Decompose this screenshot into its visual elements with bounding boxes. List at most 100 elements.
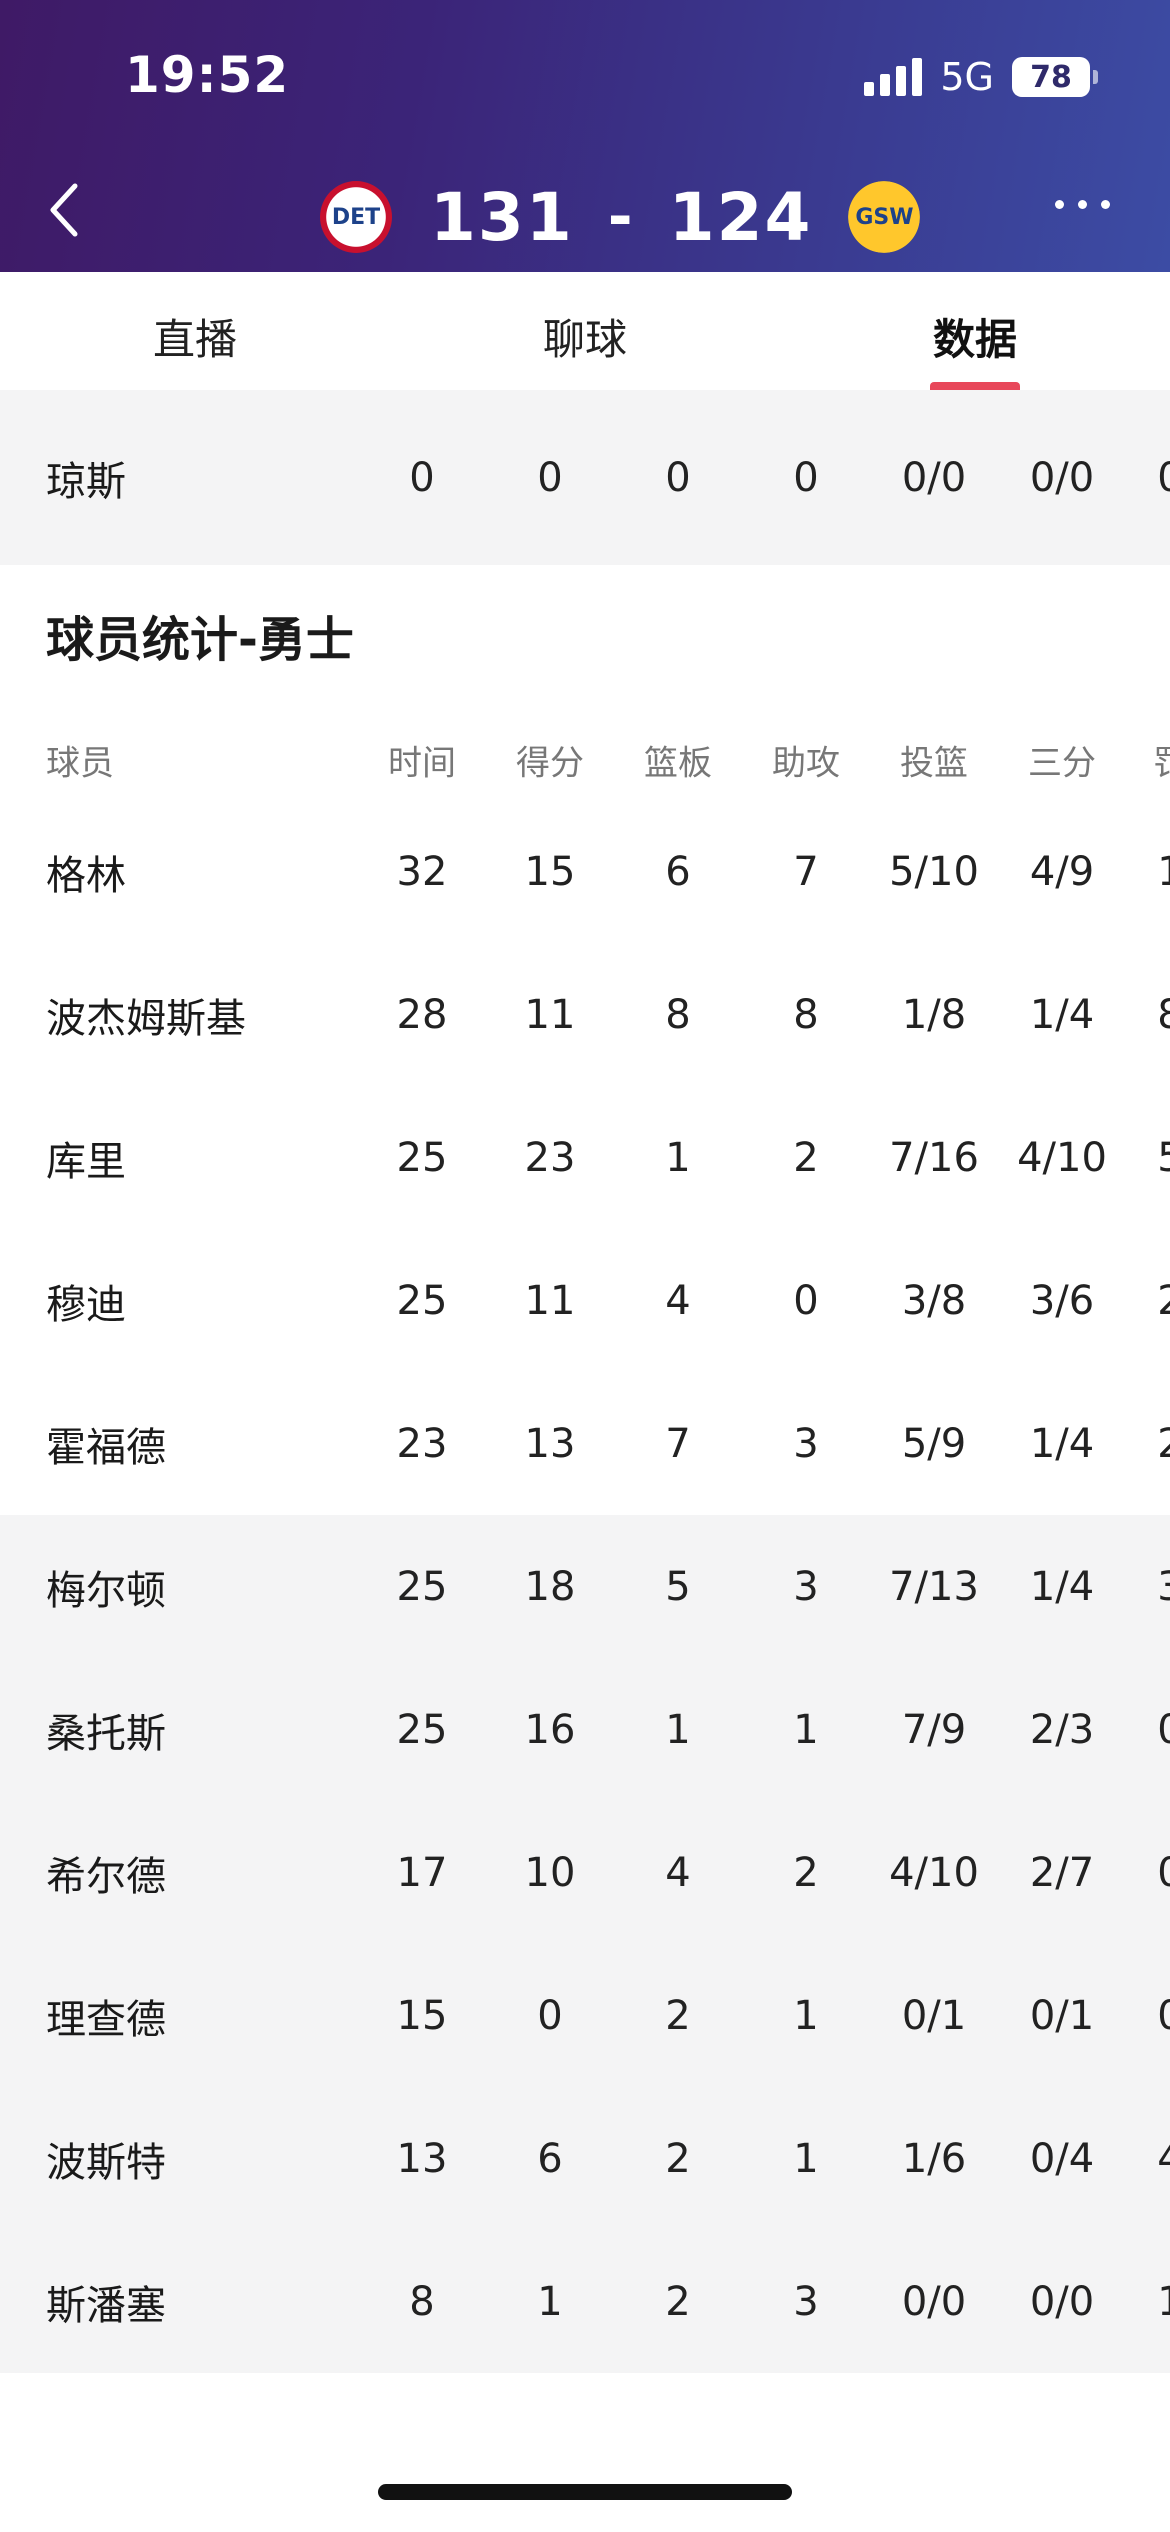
stat-3pt: 0/4 (1029, 2135, 1095, 2182)
battery-icon: 78 (1012, 57, 1098, 97)
table-row[interactable]: 穆迪 25 11 4 0 3/8 3/6 2 (0, 1229, 1170, 1372)
table-row[interactable]: 格林 32 15 6 7 5/10 4/9 1 (0, 800, 1170, 943)
stat-minutes: 25 (396, 1563, 448, 1610)
home-indicator[interactable] (378, 2484, 792, 2500)
stat-assists: 8 (793, 991, 819, 1038)
stat-fg: 5/9 (901, 1420, 967, 1467)
player-name[interactable]: 桑托斯 (46, 1701, 166, 1759)
stat-fg: 1/6 (901, 2135, 967, 2182)
status-time: 19:52 (125, 46, 290, 104)
table-row[interactable]: 斯潘塞 8 1 2 3 0/0 0/0 1 (0, 2230, 1170, 2373)
stat-assists: 3 (793, 2278, 819, 2325)
stat-assists: 3 (793, 1420, 819, 1467)
player-name[interactable]: 梅尔顿 (46, 1558, 166, 1616)
player-name[interactable]: 格林 (46, 843, 126, 901)
stat-points: 16 (524, 1706, 576, 1753)
stat-rebounds: 6 (665, 848, 691, 895)
stat-ft: 0 (1157, 1993, 1170, 2039)
stat-3pt: 2/7 (1029, 1849, 1095, 1896)
stat-points: 11 (524, 1277, 576, 1324)
table-row[interactable]: 霍福德 23 13 7 3 5/9 1/4 2 (0, 1372, 1170, 1515)
tab-bar: 直播 聊球 数据 (0, 272, 1170, 390)
column-points[interactable]: 得分 (516, 736, 584, 785)
stat-points: 15 (524, 848, 576, 895)
player-name[interactable]: 库里 (46, 1129, 126, 1187)
column-minutes[interactable]: 时间 (388, 736, 456, 785)
back-button[interactable] (42, 180, 86, 240)
stat-points: 11 (524, 991, 576, 1038)
stat-assists: 1 (793, 2135, 819, 2182)
stat-assists: 0 (793, 454, 819, 501)
tab-live[interactable]: 直播 (0, 272, 390, 390)
column-ft[interactable]: 罚 (1153, 736, 1170, 785)
stat-minutes: 13 (396, 2135, 448, 2182)
stat-ft: 1 (1157, 849, 1170, 895)
stat-rebounds: 5 (665, 1563, 691, 1610)
game-header: 19:52 5G 78 DET 131 - 124 GSW (0, 0, 1170, 272)
stat-3pt: 1/4 (1029, 1420, 1095, 1467)
stat-assists: 0 (793, 1277, 819, 1324)
stat-minutes: 25 (396, 1134, 448, 1181)
battery-level: 78 (1030, 59, 1072, 95)
stat-ft: 5 (1157, 1135, 1170, 1181)
table-row[interactable]: 希尔德 17 10 4 2 4/10 2/7 0 (0, 1801, 1170, 1944)
away-team-logo[interactable]: GSW (848, 181, 921, 253)
player-name[interactable]: 穆迪 (46, 1272, 126, 1330)
stat-rebounds: 7 (665, 1420, 691, 1467)
player-name[interactable]: 波杰姆斯基 (46, 986, 246, 1044)
stat-ft: 8 (1157, 992, 1170, 1038)
stat-points: 1 (537, 2278, 563, 2325)
player-name[interactable]: 希尔德 (46, 1844, 166, 1902)
table-row[interactable]: 库里 25 23 1 2 7/16 4/10 5 (0, 1086, 1170, 1229)
stat-minutes: 15 (396, 1992, 448, 2039)
stat-points: 6 (537, 2135, 563, 2182)
column-rebounds[interactable]: 篮板 (644, 736, 712, 785)
stat-minutes: 32 (396, 848, 448, 895)
stat-assists: 2 (793, 1134, 819, 1181)
stat-rebounds: 2 (665, 1992, 691, 2039)
more-button[interactable] (1055, 200, 1110, 209)
stat-assists: 7 (793, 848, 819, 895)
stat-fg: 0/0 (901, 454, 967, 501)
stat-3pt: 0/1 (1029, 1992, 1095, 2039)
stat-fg: 7/9 (901, 1706, 967, 1753)
player-name[interactable]: 波斯特 (46, 2130, 166, 2188)
home-score: 131 (430, 178, 574, 256)
table-row[interactable]: 波杰姆斯基 28 11 8 8 1/8 1/4 8 (0, 943, 1170, 1086)
player-name[interactable]: 斯潘塞 (46, 2273, 166, 2331)
stat-ft: 2 (1157, 1278, 1170, 1324)
stat-rebounds: 4 (665, 1849, 691, 1896)
table-row[interactable]: 桑托斯 25 16 1 1 7/9 2/3 0 (0, 1658, 1170, 1801)
stat-points: 18 (524, 1563, 576, 1610)
stat-rebounds: 8 (665, 991, 691, 1038)
table-row[interactable]: 波斯特 13 6 2 1 1/6 0/4 4 (0, 2087, 1170, 2230)
stat-3pt: 2/3 (1029, 1706, 1095, 1753)
signal-icon (864, 58, 923, 96)
player-name[interactable]: 霍福德 (46, 1415, 166, 1473)
away-score: 124 (668, 178, 813, 256)
more-dots-icon (1055, 200, 1064, 209)
column-3pt[interactable]: 三分 (1028, 736, 1096, 785)
stat-fg: 0/0 (901, 2278, 967, 2325)
tab-stats[interactable]: 数据 (780, 272, 1170, 390)
stat-3pt: 3/6 (1029, 1277, 1095, 1324)
stat-rebounds: 0 (665, 454, 691, 501)
table-row[interactable]: 梅尔顿 25 18 5 3 7/13 1/4 3 (0, 1515, 1170, 1658)
stat-ft: 0 (1157, 1850, 1170, 1896)
column-player: 球员 (46, 743, 114, 784)
tab-chat[interactable]: 聊球 (390, 272, 780, 390)
player-name[interactable]: 理查德 (46, 1987, 166, 2045)
column-assists[interactable]: 助攻 (772, 736, 840, 785)
stat-ft: 0 (1157, 1707, 1170, 1753)
column-fg[interactable]: 投篮 (900, 736, 968, 785)
table-header: 球员 时间 得分 篮板 助攻 投篮 三分 罚 (0, 720, 1170, 800)
stat-3pt: 0/0 (1029, 454, 1095, 501)
table-row[interactable]: 理查德 15 0 2 1 0/1 0/1 0 (0, 1944, 1170, 2087)
table-row[interactable]: 琼斯 0 0 0 0 0/0 0/0 0 (0, 390, 1170, 565)
stat-3pt: 4/9 (1029, 848, 1095, 895)
away-team-abbr: GSW (855, 204, 914, 230)
home-team-logo[interactable]: DET (320, 181, 392, 253)
stat-ft: 3 (1157, 1564, 1170, 1610)
stat-fg: 4/10 (889, 1849, 979, 1896)
stat-rebounds: 1 (665, 1134, 691, 1181)
